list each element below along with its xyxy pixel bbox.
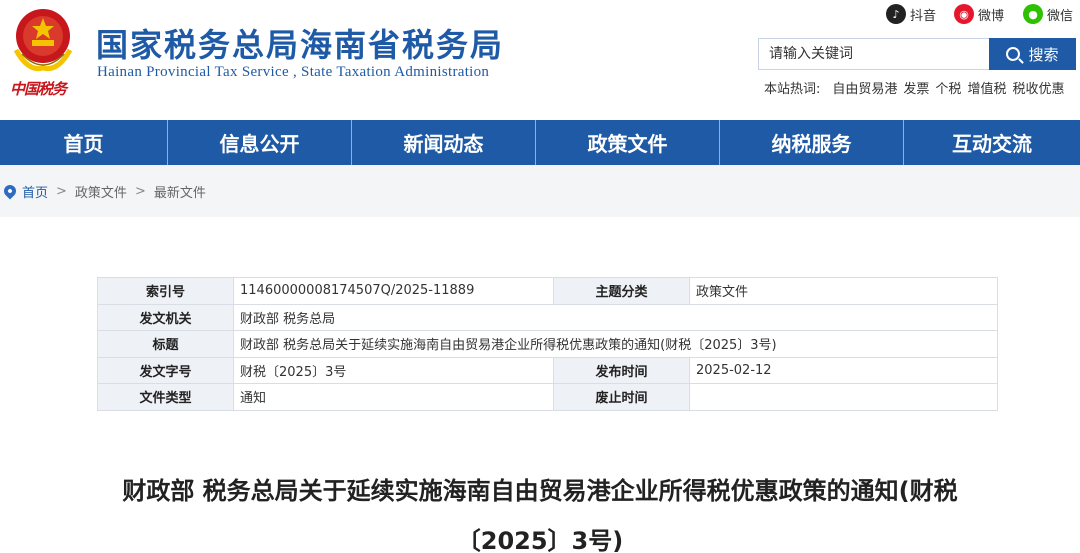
index-label: 索引号 bbox=[97, 277, 234, 305]
article-title-line-2: 〔2025〕3号) bbox=[456, 527, 624, 553]
nav-item-news[interactable]: 新闻动态 bbox=[352, 120, 536, 165]
expire-label: 废止时间 bbox=[553, 383, 690, 411]
topic-value: 政策文件 bbox=[689, 277, 998, 305]
breadcrumb-current[interactable]: 最新文件 bbox=[154, 182, 206, 201]
index-value: 11460000008174507Q/2025-11889 bbox=[233, 277, 554, 305]
title-value: 财政部 税务总局关于延续实施海南自由贸易港企业所得税优惠政策的通知(财税〔202… bbox=[233, 330, 998, 358]
breadcrumb-separator: > bbox=[134, 183, 146, 199]
table-row: 发文字号 财税〔2025〕3号 发布时间 2025-02-12 bbox=[97, 356, 998, 384]
hot-word-link[interactable]: 税收优惠 bbox=[1012, 78, 1064, 97]
nav-item-interaction[interactable]: 互动交流 bbox=[904, 120, 1080, 165]
nav-item-policy[interactable]: 政策文件 bbox=[536, 120, 720, 165]
site-title[interactable]: 国家税务总局海南省税务局 bbox=[96, 20, 504, 66]
document-info-table: 索引号 11460000008174507Q/2025-11889 主题分类 政… bbox=[97, 277, 998, 411]
topic-label: 主题分类 bbox=[553, 277, 690, 305]
breadcrumb-home[interactable]: 首页 bbox=[22, 182, 48, 201]
breadcrumb-policy[interactable]: 政策文件 bbox=[75, 182, 127, 201]
nav-item-tax-service[interactable]: 纳税服务 bbox=[720, 120, 904, 165]
type-label: 文件类型 bbox=[97, 383, 234, 411]
table-row: 发文机关 财政部 税务总局 bbox=[97, 303, 998, 331]
breadcrumb: 首页 > 政策文件 > 最新文件 bbox=[0, 165, 1080, 217]
hot-word-link[interactable]: 个税 bbox=[935, 78, 961, 97]
search-input[interactable]: 请输入关键词 bbox=[758, 38, 990, 70]
type-value: 通知 bbox=[233, 383, 554, 411]
search-button-label: 搜索 bbox=[1028, 45, 1059, 64]
pubdate-label: 发布时间 bbox=[553, 356, 690, 384]
social-wechat-link[interactable]: ● 微信 bbox=[1023, 4, 1073, 24]
hot-words-label: 本站热词: bbox=[764, 82, 821, 97]
site-header: 中国税务 国家税务总局海南省税务局 Hainan Provincial Tax … bbox=[0, 0, 1080, 120]
main-nav: 首页 信息公开 新闻动态 政策文件 纳税服务 互动交流 bbox=[0, 120, 1080, 165]
table-row: 标题 财政部 税务总局关于延续实施海南自由贸易港企业所得税优惠政策的通知(财税〔… bbox=[97, 330, 998, 358]
wechat-icon: ● bbox=[1023, 4, 1043, 24]
weibo-icon: ◉ bbox=[954, 4, 974, 24]
location-pin-icon bbox=[1, 182, 19, 200]
nav-item-info-disclosure[interactable]: 信息公开 bbox=[168, 120, 352, 165]
social-wechat-label: 微信 bbox=[1047, 8, 1074, 24]
issuer-value: 财政部 税务总局 bbox=[233, 303, 998, 331]
hot-word-link[interactable]: 自由贸易港 bbox=[832, 78, 897, 97]
douyin-icon: ♪ bbox=[886, 4, 906, 24]
title-label: 标题 bbox=[97, 330, 234, 358]
breadcrumb-separator: > bbox=[56, 183, 67, 199]
social-douyin-link[interactable]: ♪ 抖音 bbox=[886, 4, 936, 24]
hot-word-link[interactable]: 增值税 bbox=[967, 78, 1006, 97]
nav-item-home[interactable]: 首页 bbox=[0, 120, 168, 165]
docno-value: 财税〔2025〕3号 bbox=[233, 356, 554, 384]
emblem-caption: 中国税务 bbox=[10, 80, 67, 98]
search-icon bbox=[1006, 47, 1021, 61]
expire-value bbox=[689, 383, 998, 411]
social-weibo-label: 微博 bbox=[978, 8, 1005, 24]
issuer-label: 发文机关 bbox=[97, 303, 234, 331]
social-weibo-link[interactable]: ◉ 微博 bbox=[954, 4, 1004, 24]
hot-word-link[interactable]: 发票 bbox=[903, 78, 929, 97]
docno-label: 发文字号 bbox=[97, 356, 234, 384]
tax-emblem-icon[interactable] bbox=[8, 6, 78, 78]
article-title-line-1: 财政部 税务总局关于延续实施海南自由贸易港企业所得税优惠政策的通知(财税 bbox=[122, 477, 958, 505]
search-button[interactable]: 搜索 bbox=[989, 38, 1076, 70]
social-douyin-label: 抖音 bbox=[910, 8, 937, 24]
hot-words: 本站热词: 自由贸易港 发票 个税 增值税 税收优惠 bbox=[764, 78, 1064, 97]
pubdate-value: 2025-02-12 bbox=[689, 356, 998, 384]
site-subtitle: Hainan Provincial Tax Service , State Ta… bbox=[97, 64, 490, 80]
table-row: 文件类型 通知 废止时间 bbox=[97, 383, 998, 411]
table-row: 索引号 11460000008174507Q/2025-11889 主题分类 政… bbox=[97, 277, 998, 305]
article-title: 财政部 税务总局关于延续实施海南自由贸易港企业所得税优惠政策的通知(财税 〔20… bbox=[90, 466, 990, 553]
